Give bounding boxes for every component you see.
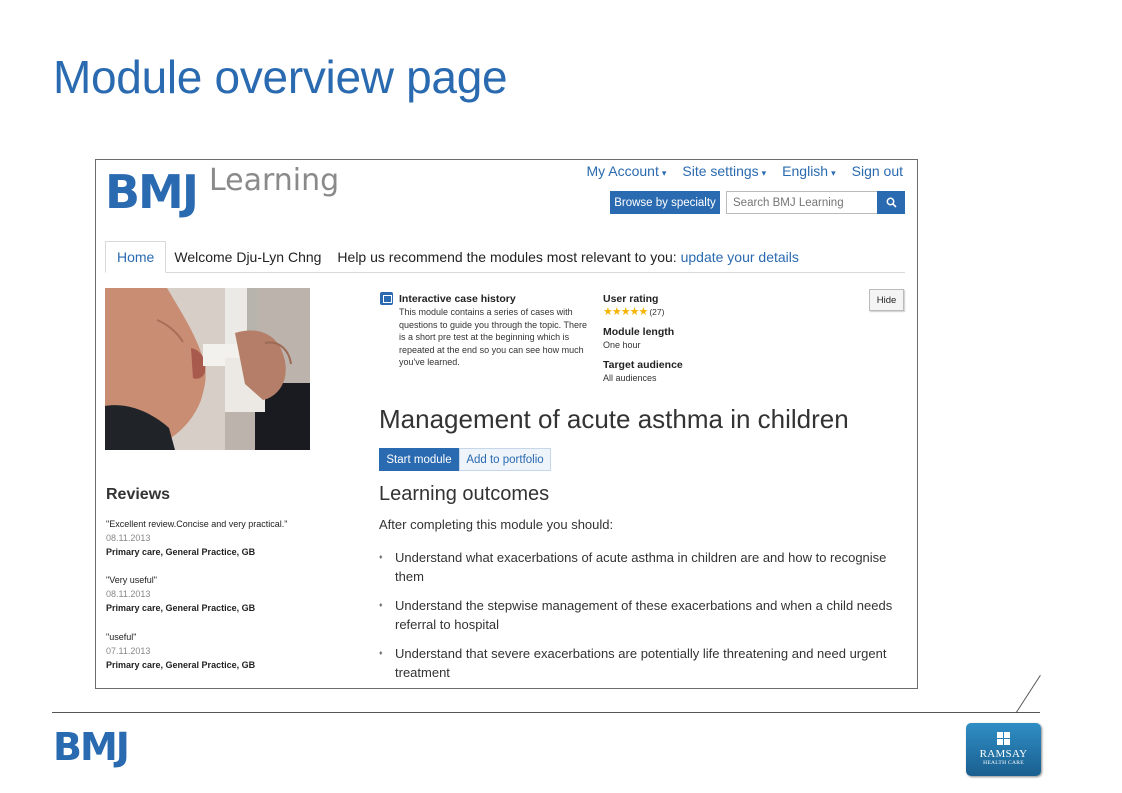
module-type-title: Interactive case history <box>399 293 516 305</box>
site-settings-link[interactable]: Site settings ▾ <box>682 163 766 179</box>
update-details-link[interactable]: update your details <box>681 249 799 265</box>
rating-value: ★★★★★ (27) <box>603 306 753 318</box>
footer-bmj-logo: BMJ <box>53 725 130 769</box>
case-history-icon <box>380 292 393 305</box>
review-source: Primary care, General Practice, GB <box>106 660 256 670</box>
recommend-prompt: Help us recommend the modules most relev… <box>337 248 799 265</box>
review-date: 07.11.2013 <box>106 646 151 656</box>
learning-outcomes-heading: Learning outcomes <box>379 483 550 505</box>
star-rating-icon: ★★★★★ <box>603 306 648 318</box>
nav-bar: Home Welcome Dju-Lyn Chng Help us recomm… <box>105 241 905 273</box>
footer-divider-accent <box>1015 675 1041 714</box>
account-links: My Account ▾ Site settings ▾ English ▾ Sign… <box>586 163 903 179</box>
welcome-message: Welcome Dju-Lyn Chng <box>174 248 322 265</box>
search-icon <box>886 197 897 208</box>
ramsay-subtitle: HEALTH CARE <box>983 760 1024 766</box>
browser-screenshot: BMJ Learning My Account ▾ Site settings ▾ … <box>95 159 918 689</box>
review-item: "useful" 07.11.2013 Primary care, Genera… <box>106 630 255 672</box>
footer-divider <box>52 712 1040 713</box>
ramsay-name: RAMSAY <box>979 748 1028 760</box>
language-link[interactable]: English ▾ <box>782 163 835 179</box>
review-source: Primary care, General Practice, GB <box>106 603 256 613</box>
start-module-button[interactable]: Start module <box>379 448 459 471</box>
list-item: Understand what exacerbations of acute a… <box>379 548 909 586</box>
module-type: Interactive case history This module con… <box>380 292 590 369</box>
module-type-description: This module contains a series of cases w… <box>399 307 587 367</box>
reviews-heading: Reviews <box>106 486 171 503</box>
chevron-down-icon: ▾ <box>661 168 667 178</box>
review-quote: "Very useful" <box>106 575 157 585</box>
review-quote: "Excellent review.Concise and very pract… <box>106 519 288 529</box>
learning-outcomes-intro: After completing this module you should: <box>379 517 614 532</box>
hide-button[interactable]: Hide <box>869 289 904 311</box>
rating-label: User rating <box>603 293 659 305</box>
learning-outcomes-list: Understand what exacerbations of acute a… <box>379 548 909 688</box>
slide-title: Module overview page <box>53 51 508 103</box>
tab-home[interactable]: Home <box>105 241 167 273</box>
review-item: "Excellent review.Concise and very pract… <box>106 517 287 559</box>
module-image <box>105 288 310 450</box>
my-account-link[interactable]: My Account ▾ <box>586 163 666 179</box>
audience-label: Target audience <box>603 359 683 371</box>
chevron-down-icon: ▾ <box>761 168 767 178</box>
review-source: Primary care, General Practice, GB <box>106 547 256 557</box>
search-input[interactable] <box>726 191 878 214</box>
module-meta: User rating ★★★★★ (27) Module length One … <box>603 292 753 391</box>
audience-value: All audiences <box>603 373 657 383</box>
rating-count: (27) <box>649 307 665 317</box>
list-item: Understand the stepwise management of th… <box>379 596 909 634</box>
logo-brand: BMJ <box>105 165 199 219</box>
sign-out-link[interactable]: Sign out <box>852 163 903 179</box>
review-quote: "useful" <box>106 632 137 642</box>
list-item: Understand that severe exacerbations are… <box>379 644 909 682</box>
chevron-down-icon: ▾ <box>831 168 836 178</box>
review-item: "Very useful" 08.11.2013 Primary care, G… <box>106 573 255 615</box>
ramsay-mark-icon <box>996 732 1011 745</box>
add-to-portfolio-button[interactable]: Add to portfolio <box>459 448 551 471</box>
review-date: 08.11.2013 <box>106 533 151 543</box>
module-title: Management of acute asthma in children <box>379 404 849 434</box>
length-value: One hour <box>603 340 641 350</box>
bmj-learning-logo[interactable]: BMJ Learning <box>105 164 339 220</box>
logo-product: Learning <box>208 163 340 198</box>
search-button[interactable] <box>877 191 905 214</box>
ramsay-health-care-logo: RAMSAY HEALTH CARE <box>966 723 1041 776</box>
browse-by-specialty-button[interactable]: Browse by specialty <box>610 191 720 214</box>
length-label: Module length <box>603 326 675 338</box>
review-date: 08.11.2013 <box>106 589 151 599</box>
